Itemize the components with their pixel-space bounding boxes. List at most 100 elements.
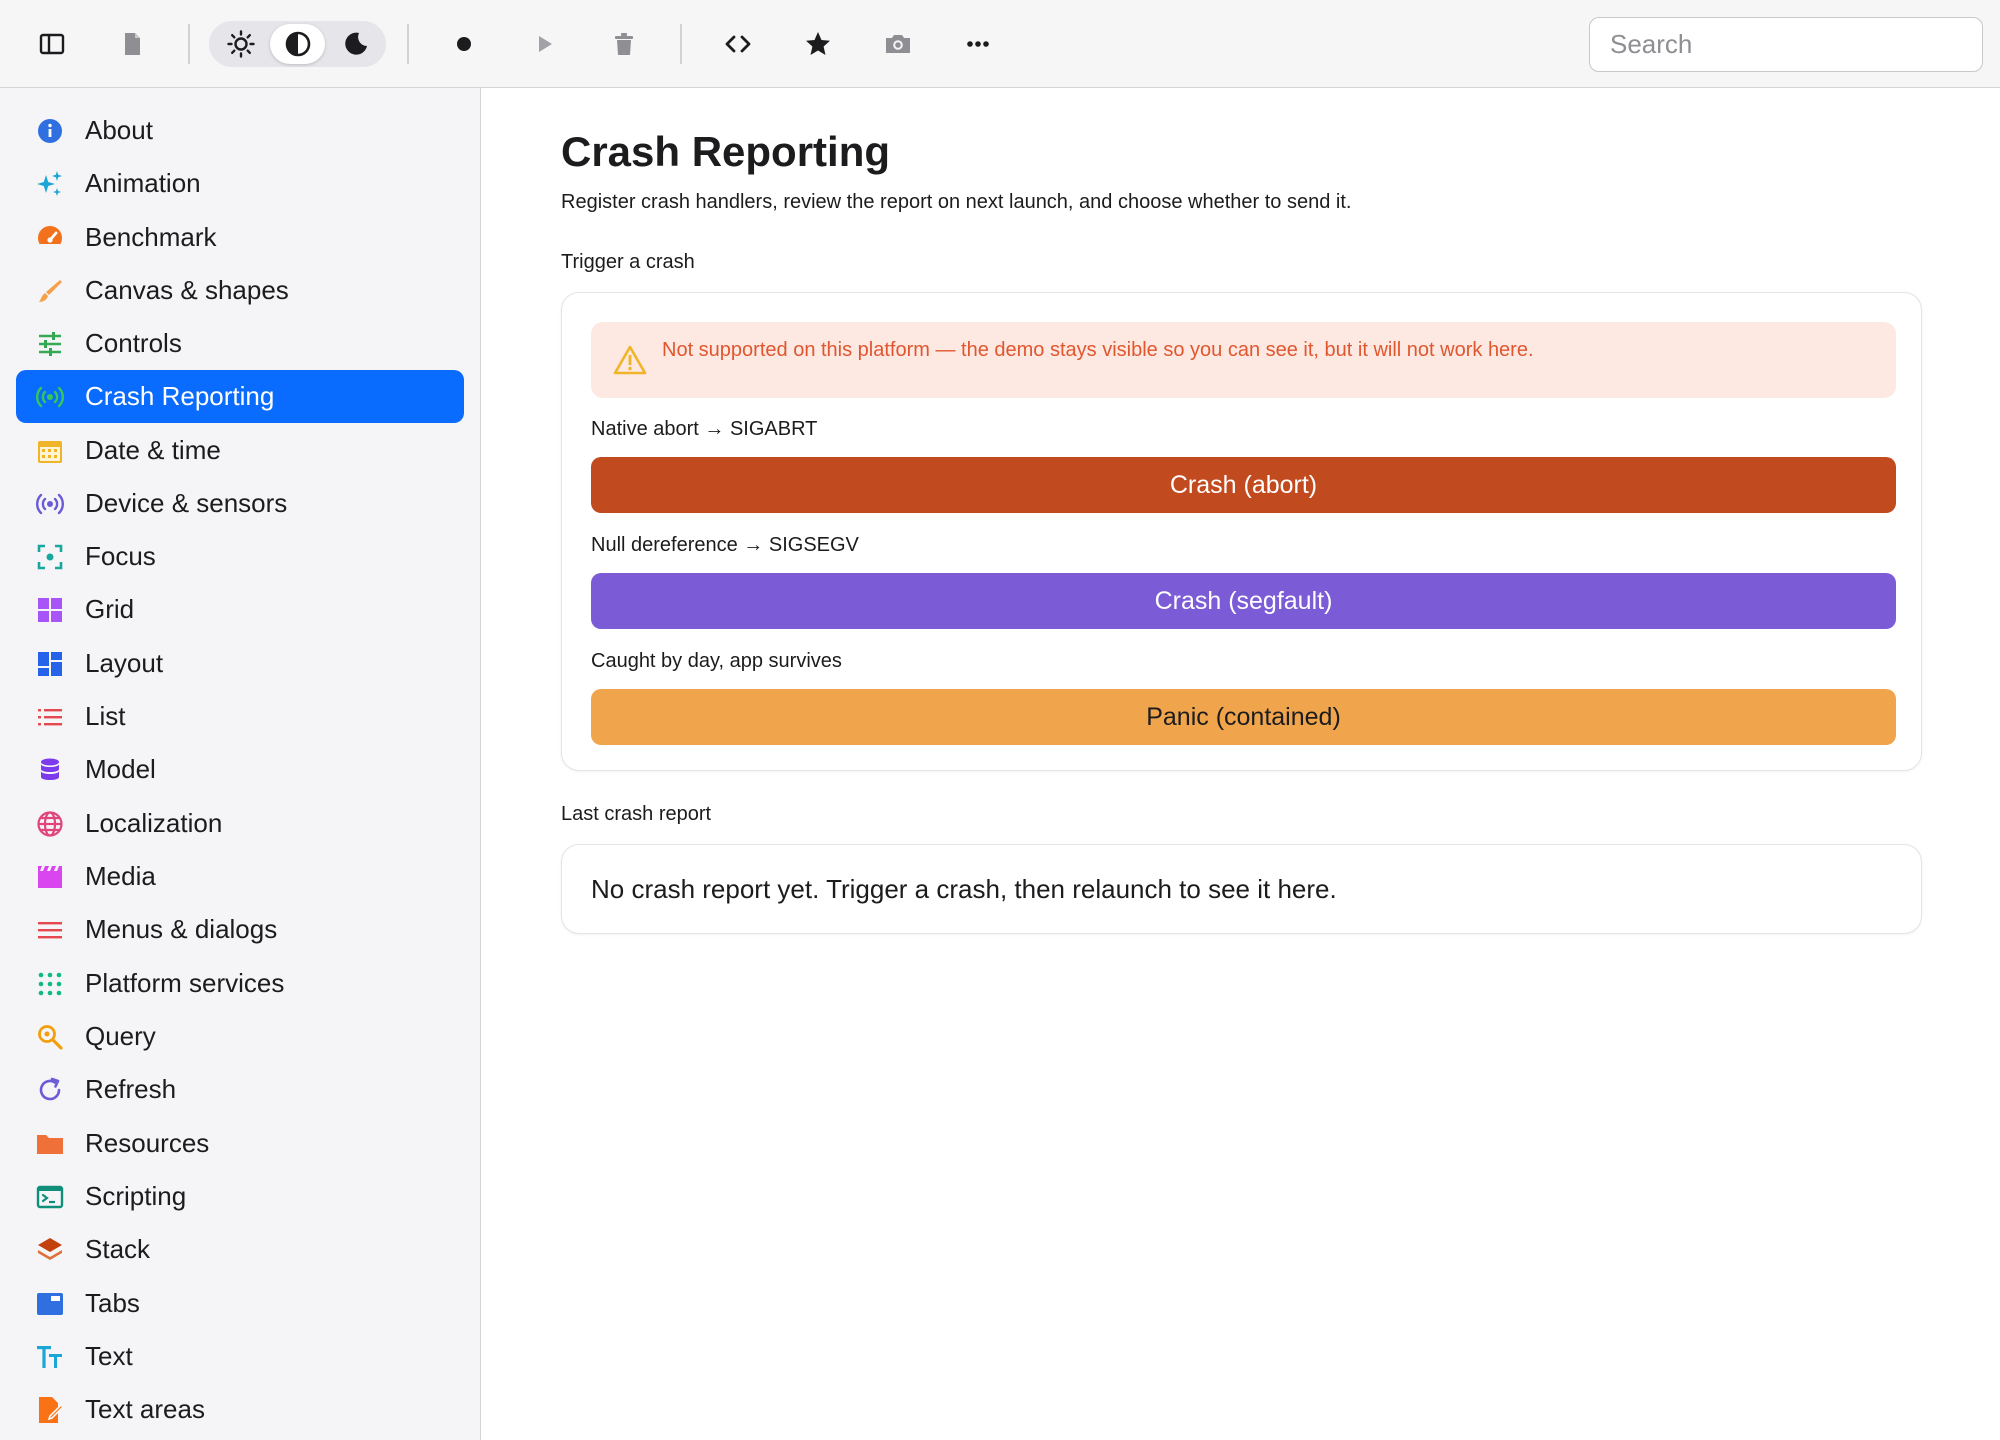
sidebar-item-menus-dialogs[interactable]: Menus & dialogs	[16, 903, 464, 956]
crash-segfault-button[interactable]: Crash (segfault)	[591, 573, 1896, 629]
sidebar-item-localization[interactable]: Localization	[16, 797, 464, 850]
sidebar-toggle-button[interactable]	[24, 16, 80, 72]
sidebar-item-label: Text	[85, 1341, 133, 1371]
document-button[interactable]	[104, 16, 160, 72]
sidebar-item-label: Crash Reporting	[85, 381, 275, 411]
panic-contained-button[interactable]: Panic (contained)	[591, 689, 1896, 745]
sidebar: About Animation Benchmark Canvas & shape…	[0, 88, 481, 1440]
globe-icon	[35, 809, 65, 839]
code-icon	[725, 35, 751, 53]
record-button[interactable]	[436, 16, 492, 72]
clapper-icon	[35, 862, 65, 892]
sliders-icon	[35, 329, 65, 359]
sidebar-item-crash-reporting[interactable]: Crash Reporting	[16, 370, 464, 423]
sidebar-item-label: Date & time	[85, 435, 221, 465]
sidebar-item-label: Tabs	[85, 1288, 140, 1318]
sidebar-item-benchmark[interactable]: Benchmark	[16, 211, 464, 264]
sidebar-item-label: Menus & dialogs	[85, 914, 278, 944]
sidebar-item-scripting[interactable]: Scripting	[16, 1170, 464, 1223]
crash-report-empty-text: No crash report yet. Trigger a crash, th…	[591, 874, 1337, 904]
search-input[interactable]	[1589, 17, 1983, 72]
menu-icon	[35, 915, 65, 945]
gauge-icon	[35, 223, 65, 253]
sidebar-item-platform-services[interactable]: Platform services	[16, 957, 464, 1010]
half-circle-icon	[285, 31, 310, 57]
sidebar-item-label: Model	[85, 754, 156, 784]
sidebar-item-refresh[interactable]: Refresh	[16, 1063, 464, 1116]
sidebar-item-label: Scripting	[85, 1181, 187, 1211]
screenshot-button[interactable]	[870, 16, 926, 72]
page-subtitle: Register crash handlers, review the repo…	[561, 191, 1352, 213]
theme-auto-button[interactable]	[270, 24, 325, 64]
sidebar-item-label: Media	[85, 861, 156, 891]
sidebar-item-canvas[interactable]: Canvas & shapes	[16, 264, 464, 317]
favorite-button[interactable]	[790, 16, 846, 72]
sidebar-item-controls[interactable]: Controls	[16, 317, 464, 370]
grid-icon	[35, 595, 65, 625]
theme-dark-button[interactable]	[327, 24, 382, 64]
toolbar-divider	[680, 24, 682, 64]
theme-light-button[interactable]	[213, 24, 268, 64]
sidebar-item-label: Refresh	[85, 1074, 177, 1104]
sidebar-item-device-sensors[interactable]: Device & sensors	[16, 477, 464, 530]
delete-button[interactable]	[596, 16, 652, 72]
brush-icon	[35, 276, 65, 306]
sparkles-icon	[35, 169, 65, 199]
sun-icon	[226, 30, 255, 58]
warning-text: Not supported on this platform — the dem…	[662, 339, 1534, 361]
sidebar-item-about[interactable]: About	[16, 104, 464, 157]
layout-icon	[35, 649, 65, 679]
main-content: Crash Reporting Register crash handlers,…	[481, 88, 2000, 1440]
trigger-crash-card: Not supported on this platform — the dem…	[561, 292, 1922, 771]
sidebar-item-text[interactable]: Text	[16, 1330, 464, 1383]
section-label-trigger: Trigger a crash	[561, 251, 695, 273]
sidebar-item-label: Layout	[85, 648, 164, 678]
sidebar-item-query[interactable]: Query	[16, 1010, 464, 1063]
list-icon	[35, 702, 65, 732]
calendar-icon	[35, 436, 65, 466]
sidebar-item-focus[interactable]: Focus	[16, 530, 464, 583]
sidebar-item-stack[interactable]: Stack	[16, 1223, 464, 1276]
sidebar-item-text-areas[interactable]: Text areas	[16, 1383, 464, 1436]
sensor-icon	[35, 489, 65, 519]
sidebar-item-grid[interactable]: Grid	[16, 583, 464, 636]
code-button[interactable]	[710, 16, 766, 72]
sidebar-toggle-icon	[39, 33, 65, 55]
sidebar-item-label: Grid	[85, 594, 135, 624]
play-icon	[539, 36, 552, 52]
terminal-icon	[35, 1182, 65, 1212]
trash-icon	[615, 33, 633, 55]
folder-icon	[35, 1129, 65, 1159]
sidebar-item-label: Platform services	[85, 968, 285, 998]
tabs-icon	[35, 1289, 65, 1319]
sidebar-item-media[interactable]: Media	[16, 850, 464, 903]
info-icon	[35, 116, 65, 146]
sidebar-item-resources[interactable]: Resources	[16, 1117, 464, 1170]
focus-icon	[35, 542, 65, 572]
edit-doc-icon	[35, 1395, 65, 1425]
sidebar-item-model[interactable]: Model	[16, 743, 464, 796]
star-icon	[806, 32, 830, 55]
sidebar-item-label: List	[85, 701, 126, 731]
more-icon	[967, 41, 989, 47]
crash-abort-button[interactable]: Crash (abort)	[591, 457, 1896, 513]
more-button[interactable]	[950, 16, 1006, 72]
demo-label-abort: Native abort → SIGABRT	[591, 418, 818, 440]
unsupported-warning-banner: Not supported on this platform — the dem…	[591, 322, 1896, 398]
sidebar-item-label: Localization	[85, 808, 223, 838]
toolbar-divider	[188, 24, 190, 64]
sidebar-item-date-time[interactable]: Date & time	[16, 424, 464, 477]
warning-icon	[613, 345, 647, 375]
sidebar-item-tabs[interactable]: Tabs	[16, 1277, 464, 1330]
demo-label-segfault: Null dereference → SIGSEGV	[591, 534, 859, 556]
sidebar-item-list[interactable]: List	[16, 690, 464, 743]
camera-icon	[886, 35, 910, 53]
last-crash-report-card: No crash report yet. Trigger a crash, th…	[561, 844, 1922, 934]
sidebar-item-label: Animation	[85, 168, 201, 198]
sidebar-item-animation[interactable]: Animation	[16, 157, 464, 210]
play-button[interactable]	[516, 16, 572, 72]
demo-label-panic: Caught by day, app survives	[591, 650, 842, 672]
sidebar-item-label: Text areas	[85, 1394, 205, 1424]
document-icon	[125, 33, 140, 55]
sidebar-item-layout[interactable]: Layout	[16, 637, 464, 690]
